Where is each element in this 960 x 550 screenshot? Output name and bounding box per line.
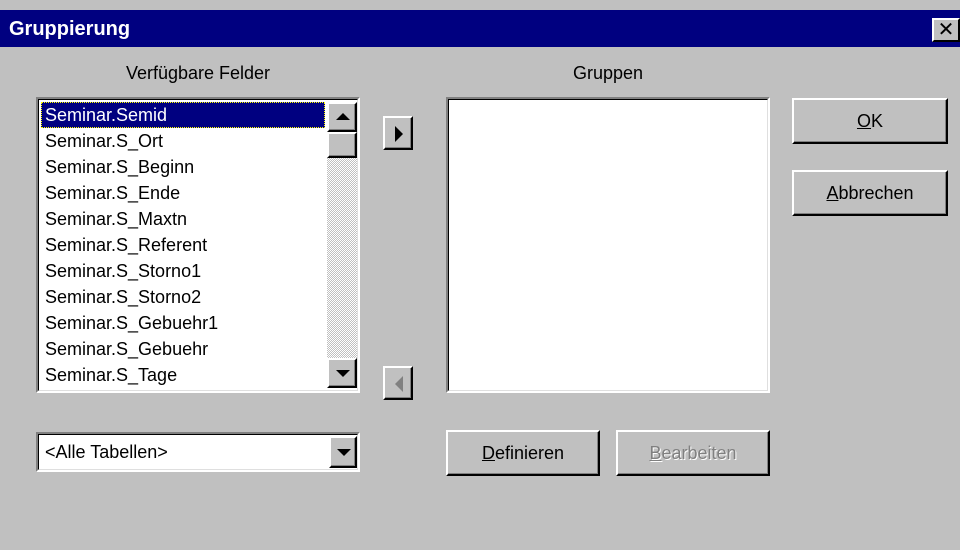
groups-list[interactable] — [446, 97, 770, 393]
edit-button[interactable]: Bearbeiten — [616, 430, 770, 476]
available-fields-list[interactable]: Seminar.Semid Seminar.S_Ort Seminar.S_Begi… — [36, 97, 360, 393]
dropdown-button[interactable] — [329, 436, 357, 468]
title-bar: Gruppierung ✕ — [0, 10, 960, 47]
table-filter-dropdown[interactable]: <Alle Tabellen> — [36, 432, 360, 472]
ok-button-mnemonic: O — [856, 110, 871, 131]
list-item[interactable]: Seminar.S_Maxtn — [41, 206, 325, 232]
list-item[interactable]: Seminar.S_Storno1 — [41, 258, 325, 284]
define-button-mnemonic: D — [481, 442, 495, 463]
dialog-title: Gruppierung — [9, 18, 131, 40]
available-fields-label: Verfügbare Felder — [125, 63, 271, 83]
add-to-groups-button[interactable] — [383, 116, 413, 150]
list-item[interactable]: Seminar.S_Gebuehr — [41, 336, 325, 362]
scroll-up-button[interactable] — [327, 102, 357, 132]
groups-label: Gruppen — [572, 63, 644, 83]
edit-button-mnemonic: B — [649, 442, 662, 463]
define-button-label: efinieren — [494, 442, 565, 463]
list-item[interactable]: Seminar.S_Gebuehr1 — [41, 310, 325, 336]
list-item[interactable]: Seminar.S_Beginn — [41, 154, 325, 180]
define-button[interactable]: Definieren — [446, 430, 600, 476]
list-item[interactable]: Seminar.S_Ort — [41, 128, 325, 154]
ok-button-label: K — [871, 110, 884, 131]
cancel-button[interactable]: Abbrechen — [792, 170, 948, 216]
scroll-thumb[interactable] — [327, 132, 357, 158]
list-scrollbar[interactable] — [327, 102, 357, 388]
edit-button-label: earbeiten — [661, 442, 737, 463]
left-arrow-icon — [395, 376, 403, 392]
right-arrow-icon — [395, 126, 403, 142]
close-button[interactable]: ✕ — [932, 18, 960, 42]
scroll-down-icon — [336, 370, 350, 377]
scroll-down-button[interactable] — [327, 358, 357, 388]
list-item[interactable]: Seminar.S_Storno2 — [41, 284, 325, 310]
remove-from-groups-button[interactable] — [383, 366, 413, 400]
cancel-button-mnemonic: A — [826, 182, 839, 203]
chevron-down-icon — [337, 449, 351, 456]
cancel-button-label: bbrechen — [838, 182, 914, 203]
list-item[interactable]: Seminar.S_Ende — [41, 180, 325, 206]
ok-button[interactable]: OK — [792, 98, 948, 144]
available-fields-items: Seminar.Semid Seminar.S_Ort Seminar.S_Begi… — [41, 102, 325, 388]
list-item[interactable]: Seminar.S_Referent — [41, 232, 325, 258]
list-item[interactable]: Seminar.Semid — [41, 102, 325, 128]
grouping-dialog: Gruppierung ✕ Verfügbare Felder Gruppen … — [0, 0, 960, 550]
close-icon: ✕ — [937, 19, 955, 41]
list-item[interactable]: Seminar.S_Tage — [41, 362, 325, 388]
table-filter-value: <Alle Tabellen> — [45, 442, 168, 462]
scroll-up-icon — [336, 113, 350, 120]
